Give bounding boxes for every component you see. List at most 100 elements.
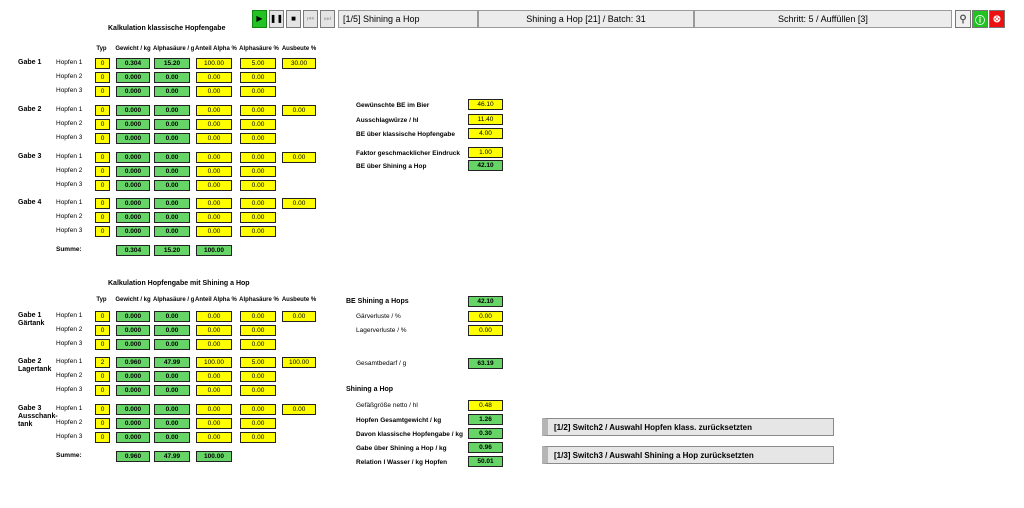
alpha-share-field[interactable]: 0.00 — [196, 166, 232, 177]
alpha-share-field[interactable]: 0.00 — [196, 152, 232, 163]
alpha-pct-field[interactable]: 0.00 — [240, 339, 276, 350]
alpha-pct-field[interactable]: 0.00 — [240, 105, 276, 116]
group-label: Gabe 3 Ausschank-tank — [18, 405, 58, 428]
yield-field[interactable]: 0.00 — [282, 404, 316, 415]
type-field[interactable]: 0 — [95, 86, 110, 97]
yield-field[interactable]: 0.00 — [282, 105, 316, 116]
alpha-share-field[interactable]: 0.00 — [196, 212, 232, 223]
info-icon[interactable]: ⓘ — [972, 10, 988, 28]
wort-label: Ausschlagwürze / hl — [356, 117, 419, 124]
alpha-pct-field[interactable]: 0.00 — [240, 166, 276, 177]
weight-value: 0.000 — [116, 371, 150, 382]
alpha-share-field[interactable]: 0.00 — [196, 226, 232, 237]
alpha-pct-field[interactable]: 0.00 — [240, 325, 276, 336]
ferment-loss-field[interactable]: 0.00 — [468, 311, 503, 322]
yield-field[interactable]: 30.00 — [282, 58, 316, 69]
alpha-share-field[interactable]: 0.00 — [196, 105, 232, 116]
type-field[interactable]: 0 — [95, 226, 110, 237]
yield-field[interactable]: 0.00 — [282, 198, 316, 209]
wort-field[interactable]: 11.40 — [468, 114, 503, 125]
alpha-pct-field[interactable]: 0.00 — [240, 212, 276, 223]
weight-value: 0.000 — [116, 432, 150, 443]
be-wanted-field[interactable]: 46.10 — [468, 99, 503, 110]
yield-field[interactable]: 0.00 — [282, 152, 316, 163]
alpha-share-field[interactable]: 0.00 — [196, 385, 232, 396]
type-field[interactable]: 0 — [95, 418, 110, 429]
alpha-share-field[interactable]: 0.00 — [196, 371, 232, 382]
type-field[interactable]: 0 — [95, 371, 110, 382]
switch3-reset-button[interactable]: [1/3] Switch3 / Auswahl Shining a Hop zu… — [542, 446, 834, 464]
switch2-reset-button[interactable]: [1/2] Switch2 / Auswahl Hopfen klass. zu… — [542, 418, 834, 436]
alpha-pct-field[interactable]: 0.00 — [240, 432, 276, 443]
type-field[interactable]: 0 — [95, 180, 110, 191]
alpha-share-field[interactable]: 100.00 — [196, 58, 232, 69]
alpha-share-field[interactable]: 0.00 — [196, 339, 232, 350]
type-field[interactable]: 0 — [95, 72, 110, 83]
alpha-share-field[interactable]: 0.00 — [196, 418, 232, 429]
skip-forward-icon[interactable]: ⏭ — [320, 10, 335, 28]
alpha-share-field[interactable]: 0.00 — [196, 404, 232, 415]
alpha-pct-field[interactable]: 0.00 — [240, 385, 276, 396]
factor-field[interactable]: 1.00 — [468, 147, 503, 158]
alpha-share-field[interactable]: 0.00 — [196, 119, 232, 130]
alpha-pct-field[interactable]: 0.00 — [240, 152, 276, 163]
alpha-pct-field[interactable]: 0.00 — [240, 72, 276, 83]
yield-field[interactable]: 100.00 — [282, 357, 316, 368]
alpha-pct-field[interactable]: 0.00 — [240, 86, 276, 97]
alpha-pct-field[interactable]: 0.00 — [240, 311, 276, 322]
type-field[interactable]: 0 — [95, 432, 110, 443]
alpha-pct-field[interactable]: 0.00 — [240, 180, 276, 191]
alpha-pct-field[interactable]: 0.00 — [240, 119, 276, 130]
type-field[interactable]: 0 — [95, 58, 110, 69]
hop-row-label: Hopfen 3 — [56, 340, 83, 347]
pause-icon[interactable]: ❚❚ — [269, 10, 284, 28]
alpha-pct-field[interactable]: 0.00 — [240, 133, 276, 144]
close-icon[interactable]: ⊗ — [989, 10, 1005, 28]
alpha-share-field[interactable]: 0.00 — [196, 180, 232, 191]
storage-loss-field[interactable]: 0.00 — [468, 325, 503, 336]
type-field[interactable]: 0 — [95, 105, 110, 116]
play-icon[interactable]: ▶ — [252, 10, 267, 28]
alpha-share-field[interactable]: 0.00 — [196, 325, 232, 336]
alpha-pct-field[interactable]: 5.00 — [240, 357, 276, 368]
search-icon[interactable]: ⚲ — [955, 10, 971, 28]
alpha-pct-field[interactable]: 0.00 — [240, 404, 276, 415]
sum-value: 0.960 — [116, 451, 150, 462]
type-field[interactable]: 0 — [95, 404, 110, 415]
stop-icon[interactable]: ■ — [286, 10, 301, 28]
alpha-share-field[interactable]: 0.00 — [196, 86, 232, 97]
type-field[interactable]: 0 — [95, 339, 110, 350]
type-field[interactable]: 0 — [95, 198, 110, 209]
alpha-pct-field[interactable]: 0.00 — [240, 418, 276, 429]
type-field[interactable]: 0 — [95, 152, 110, 163]
yield-field[interactable]: 0.00 — [282, 311, 316, 322]
type-field[interactable]: 2 — [95, 357, 110, 368]
alpha-share-field[interactable]: 0.00 — [196, 311, 232, 322]
type-field[interactable]: 0 — [95, 133, 110, 144]
be-sah-label: BE über Shining a Hop — [356, 163, 427, 170]
alpha-pct-field[interactable]: 0.00 — [240, 198, 276, 209]
type-field[interactable]: 0 — [95, 212, 110, 223]
type-field[interactable]: 0 — [95, 385, 110, 396]
alpha-pct-field[interactable]: 5.00 — [240, 58, 276, 69]
alpha-pct-field[interactable]: 0.00 — [240, 371, 276, 382]
type-field[interactable]: 0 — [95, 311, 110, 322]
type-field[interactable]: 0 — [95, 119, 110, 130]
alpha-share-field[interactable]: 0.00 — [196, 72, 232, 83]
alpha-share-field[interactable]: 0.00 — [196, 198, 232, 209]
alpha-g-value: 0.00 — [154, 119, 190, 130]
type-field[interactable]: 0 — [95, 166, 110, 177]
alpha-share-field[interactable]: 0.00 — [196, 133, 232, 144]
type-field[interactable]: 0 — [95, 325, 110, 336]
col-header: Anteil Alpha % — [195, 46, 237, 52]
be-classic-field[interactable]: 4.00 — [468, 128, 503, 139]
weight-value: 0.000 — [116, 166, 150, 177]
vessel-size-field[interactable]: 0.48 — [468, 400, 503, 411]
alpha-share-field[interactable]: 100.00 — [196, 357, 232, 368]
alpha-share-field[interactable]: 0.00 — [196, 432, 232, 443]
alpha-pct-field[interactable]: 0.00 — [240, 226, 276, 237]
skip-back-icon[interactable]: ⏮ — [303, 10, 318, 28]
table2-title: Kalkulation Hopfengabe mit Shining a Hop — [108, 280, 250, 287]
hop-row-label: Hopfen 1 — [56, 106, 83, 113]
col-header: Alphasäure / g — [153, 46, 195, 52]
